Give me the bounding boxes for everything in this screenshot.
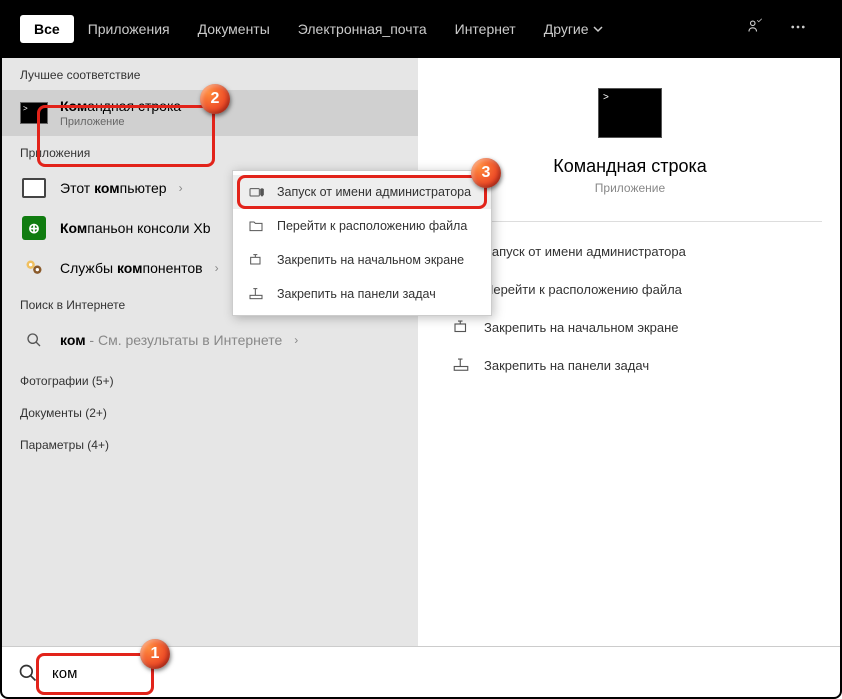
pin-start-icon: [247, 251, 265, 269]
context-pin-taskbar[interactable]: Закрепить на панели задач: [233, 277, 491, 311]
cmd-icon: [20, 102, 48, 124]
chevron-right-icon: ›: [294, 333, 298, 347]
feedback-icon[interactable]: [746, 18, 764, 41]
chevron-right-icon: ›: [215, 261, 219, 275]
result-title: Этот компьютер: [60, 180, 167, 196]
search-filter-header: Все Приложения Документы Электронная_поч…: [0, 0, 842, 58]
tab-internet[interactable]: Интернет: [441, 15, 530, 43]
context-run-as-admin[interactable]: Запуск от имени администратора: [233, 175, 491, 209]
pin-start-icon: [452, 318, 470, 336]
search-icon: [18, 663, 38, 683]
tab-apps[interactable]: Приложения: [74, 15, 184, 43]
context-pin-start[interactable]: Закрепить на начальном экране: [233, 243, 491, 277]
search-input[interactable]: [52, 665, 824, 682]
preview-panel: Командная строка Приложение Запуск от им…: [418, 58, 842, 646]
context-open-file-location[interactable]: Перейти к расположению файла: [233, 209, 491, 243]
annotation-badge-1: 1: [140, 639, 170, 669]
app-preview-type: Приложение: [595, 181, 665, 195]
result-title: ком - См. результаты в Интернете: [60, 332, 282, 348]
photos-header[interactable]: Фотографии (5+): [0, 360, 418, 396]
tab-documents[interactable]: Документы: [184, 15, 284, 43]
search-bar[interactable]: [0, 646, 842, 699]
result-subtitle: Приложение: [60, 116, 398, 128]
chevron-down-icon: [593, 24, 603, 34]
search-results-panel: Лучшее соответствие Командная строка При…: [0, 58, 418, 646]
xbox-icon: ⊕: [22, 216, 46, 240]
services-icon: [24, 258, 44, 278]
action-pin-taskbar[interactable]: Закрепить на панели задач: [438, 346, 822, 384]
chevron-right-icon: ›: [179, 181, 183, 195]
divider: [438, 221, 822, 222]
app-preview-icon: [598, 88, 662, 138]
admin-shield-icon: [247, 183, 265, 201]
apps-header: Приложения: [0, 136, 418, 168]
tab-other[interactable]: Другие: [530, 15, 617, 43]
result-title: Службы компонентов: [60, 260, 203, 276]
documents-header[interactable]: Документы (2+): [0, 396, 418, 428]
action-open-file-location[interactable]: Перейти к расположению файла: [438, 270, 822, 308]
pin-taskbar-icon: [247, 285, 265, 303]
pc-icon: [22, 178, 46, 198]
annotation-badge-2: 2: [200, 84, 230, 114]
folder-icon: [247, 217, 265, 235]
result-web-search[interactable]: ком - См. результаты в Интернете ›: [0, 320, 418, 360]
result-title: Компаньон консоли Xb: [60, 220, 211, 236]
tab-email[interactable]: Электронная_почта: [284, 15, 441, 43]
tab-all[interactable]: Все: [20, 15, 74, 43]
app-preview-name: Командная строка: [553, 156, 707, 177]
annotation-badge-3: 3: [471, 158, 501, 188]
more-options-icon[interactable]: [789, 18, 807, 41]
settings-header[interactable]: Параметры (4+): [0, 428, 418, 460]
context-menu: Запуск от имени администратора Перейти к…: [232, 170, 492, 316]
pin-taskbar-icon: [452, 356, 470, 374]
action-pin-start[interactable]: Закрепить на начальном экране: [438, 308, 822, 346]
action-run-as-admin[interactable]: Запуск от имени администратора: [438, 232, 822, 270]
search-icon: [26, 332, 42, 348]
